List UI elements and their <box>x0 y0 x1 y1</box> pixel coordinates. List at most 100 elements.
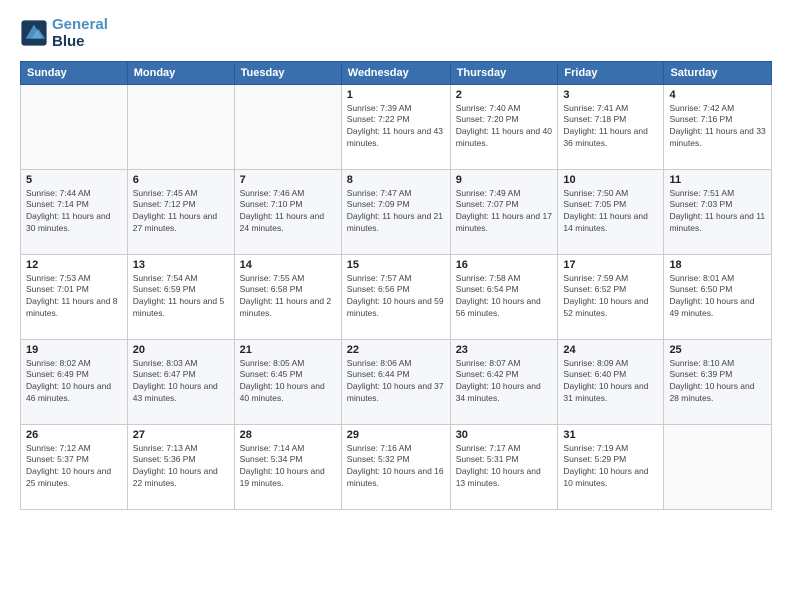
header-thursday: Thursday <box>450 61 558 84</box>
header-saturday: Saturday <box>664 61 772 84</box>
header: General Blue <box>20 16 772 51</box>
day-number: 6 <box>133 174 229 186</box>
day-number: 31 <box>563 429 658 441</box>
calendar-cell: 7Sunrise: 7:46 AM Sunset: 7:10 PM Daylig… <box>234 169 341 254</box>
day-number: 18 <box>669 259 766 271</box>
day-number: 12 <box>26 259 122 271</box>
day-number: 5 <box>26 174 122 186</box>
calendar-cell: 22 Sunrise: 8:06 AM Sunset: 6:44 PM Dayli… <box>341 339 450 424</box>
calendar-week-4: 26 Sunrise: 7:12 AM Sunset: 5:37 PM Dayli… <box>21 424 772 509</box>
calendar-cell: 14 Sunrise: 7:55 AM Sunset: 6:58 PM Dayli… <box>234 254 341 339</box>
calendar-cell <box>234 84 341 169</box>
day-info: Sunrise: 7:13 AM Sunset: 5:36 PM Dayligh… <box>133 443 229 491</box>
day-info: Sunrise: 7:59 AM Sunset: 6:52 PM Dayligh… <box>563 273 658 321</box>
calendar-week-1: 5 Sunrise: 7:44 AM Sunset: 7:14 PM Daylig… <box>21 169 772 254</box>
day-info: Sunrise: 7:42 AM Sunset: 7:16 PM Dayligh… <box>669 103 766 151</box>
day-number: 26 <box>26 429 122 441</box>
calendar-cell: 10Sunrise: 7:50 AM Sunset: 7:05 PM Dayli… <box>558 169 664 254</box>
calendar-cell: 1 Sunrise: 7:39 AM Sunset: 7:22 PM Daylig… <box>341 84 450 169</box>
calendar-cell: 24 Sunrise: 8:09 AM Sunset: 6:40 PM Dayli… <box>558 339 664 424</box>
day-number: 25 <box>669 344 766 356</box>
header-friday: Friday <box>558 61 664 84</box>
calendar-cell: 19Sunrise: 8:02 AM Sunset: 6:49 PM Dayli… <box>21 339 128 424</box>
calendar-cell: 25 Sunrise: 8:10 AM Sunset: 6:39 PM Dayli… <box>664 339 772 424</box>
day-number: 29 <box>347 429 445 441</box>
day-info: Sunrise: 7:54 AM Sunset: 6:59 PM Dayligh… <box>133 273 229 321</box>
day-info: Sunrise: 7:40 AM Sunset: 7:20 PM Dayligh… <box>456 103 553 151</box>
day-number: 17 <box>563 259 658 271</box>
calendar-cell: 26 Sunrise: 7:12 AM Sunset: 5:37 PM Dayli… <box>21 424 128 509</box>
day-number: 8 <box>347 174 445 186</box>
day-number: 3 <box>563 89 658 101</box>
day-number: 19 <box>26 344 122 356</box>
day-info: Sunrise: 7:16 AM Sunset: 5:32 PM Dayligh… <box>347 443 445 491</box>
calendar-cell <box>127 84 234 169</box>
calendar-week-3: 19Sunrise: 8:02 AM Sunset: 6:49 PM Dayli… <box>21 339 772 424</box>
calendar-cell: 12 Sunrise: 7:53 AM Sunset: 7:01 PM Dayli… <box>21 254 128 339</box>
day-number: 21 <box>240 344 336 356</box>
day-info: Sunrise: 7:58 AM Sunset: 6:54 PM Dayligh… <box>456 273 553 321</box>
calendar-cell: 17 Sunrise: 7:59 AM Sunset: 6:52 PM Dayli… <box>558 254 664 339</box>
day-info: Sunrise: 7:44 AM Sunset: 7:14 PM Dayligh… <box>26 188 122 236</box>
calendar-cell: 27Sunrise: 7:13 AM Sunset: 5:36 PM Dayli… <box>127 424 234 509</box>
calendar-cell: 20 Sunrise: 8:03 AM Sunset: 6:47 PM Dayli… <box>127 339 234 424</box>
day-info: Sunrise: 7:39 AM Sunset: 7:22 PM Dayligh… <box>347 103 445 151</box>
calendar-cell: 3 Sunrise: 7:41 AM Sunset: 7:18 PM Daylig… <box>558 84 664 169</box>
calendar-cell: 28Sunrise: 7:14 AM Sunset: 5:34 PM Dayli… <box>234 424 341 509</box>
calendar-page: General Blue SundayMondayTuesdayWednesda… <box>0 0 792 612</box>
day-number: 23 <box>456 344 553 356</box>
header-tuesday: Tuesday <box>234 61 341 84</box>
day-info: Sunrise: 8:01 AM Sunset: 6:50 PM Dayligh… <box>669 273 766 321</box>
calendar-cell: 16 Sunrise: 7:58 AM Sunset: 6:54 PM Dayli… <box>450 254 558 339</box>
calendar-cell: 15 Sunrise: 7:57 AM Sunset: 6:56 PM Dayli… <box>341 254 450 339</box>
day-info: Sunrise: 7:53 AM Sunset: 7:01 PM Dayligh… <box>26 273 122 321</box>
day-number: 22 <box>347 344 445 356</box>
day-info: Sunrise: 8:07 AM Sunset: 6:42 PM Dayligh… <box>456 358 553 406</box>
calendar-week-2: 12 Sunrise: 7:53 AM Sunset: 7:01 PM Dayli… <box>21 254 772 339</box>
day-info: Sunrise: 7:41 AM Sunset: 7:18 PM Dayligh… <box>563 103 658 151</box>
calendar-cell: 13 Sunrise: 7:54 AM Sunset: 6:59 PM Dayli… <box>127 254 234 339</box>
day-info: Sunrise: 8:05 AM Sunset: 6:45 PM Dayligh… <box>240 358 336 406</box>
day-info: Sunrise: 8:10 AM Sunset: 6:39 PM Dayligh… <box>669 358 766 406</box>
calendar-week-0: 1 Sunrise: 7:39 AM Sunset: 7:22 PM Daylig… <box>21 84 772 169</box>
day-number: 1 <box>347 89 445 101</box>
day-number: 30 <box>456 429 553 441</box>
day-info: Sunrise: 7:19 AM Sunset: 5:29 PM Dayligh… <box>563 443 658 491</box>
calendar-cell: 29 Sunrise: 7:16 AM Sunset: 5:32 PM Dayli… <box>341 424 450 509</box>
day-number: 13 <box>133 259 229 271</box>
day-info: Sunrise: 8:03 AM Sunset: 6:47 PM Dayligh… <box>133 358 229 406</box>
calendar-cell: 11Sunrise: 7:51 AM Sunset: 7:03 PM Dayli… <box>664 169 772 254</box>
day-number: 15 <box>347 259 445 271</box>
calendar-cell: 18 Sunrise: 8:01 AM Sunset: 6:50 PM Dayli… <box>664 254 772 339</box>
day-info: Sunrise: 8:09 AM Sunset: 6:40 PM Dayligh… <box>563 358 658 406</box>
day-number: 14 <box>240 259 336 271</box>
calendar-cell: 23 Sunrise: 8:07 AM Sunset: 6:42 PM Dayli… <box>450 339 558 424</box>
day-info: Sunrise: 7:46 AM Sunset: 7:10 PM Dayligh… <box>240 188 336 236</box>
day-number: 28 <box>240 429 336 441</box>
day-number: 9 <box>456 174 553 186</box>
calendar-cell <box>664 424 772 509</box>
day-number: 24 <box>563 344 658 356</box>
calendar-cell: 30 Sunrise: 7:17 AM Sunset: 5:31 PM Dayli… <box>450 424 558 509</box>
day-info: Sunrise: 7:55 AM Sunset: 6:58 PM Dayligh… <box>240 273 336 321</box>
day-number: 2 <box>456 89 553 101</box>
day-info: Sunrise: 7:51 AM Sunset: 7:03 PM Dayligh… <box>669 188 766 236</box>
header-monday: Monday <box>127 61 234 84</box>
logo-icon <box>20 19 48 47</box>
header-wednesday: Wednesday <box>341 61 450 84</box>
calendar-table: SundayMondayTuesdayWednesdayThursdayFrid… <box>20 61 772 510</box>
day-info: Sunrise: 7:49 AM Sunset: 7:07 PM Dayligh… <box>456 188 553 236</box>
calendar-cell: 6 Sunrise: 7:45 AM Sunset: 7:12 PM Daylig… <box>127 169 234 254</box>
day-info: Sunrise: 7:47 AM Sunset: 7:09 PM Dayligh… <box>347 188 445 236</box>
day-info: Sunrise: 7:12 AM Sunset: 5:37 PM Dayligh… <box>26 443 122 491</box>
logo-line2: Blue <box>52 33 108 50</box>
day-info: Sunrise: 7:17 AM Sunset: 5:31 PM Dayligh… <box>456 443 553 491</box>
day-info: Sunrise: 7:57 AM Sunset: 6:56 PM Dayligh… <box>347 273 445 321</box>
calendar-cell: 8 Sunrise: 7:47 AM Sunset: 7:09 PM Daylig… <box>341 169 450 254</box>
day-number: 16 <box>456 259 553 271</box>
logo: General Blue <box>20 16 108 51</box>
day-info: Sunrise: 8:06 AM Sunset: 6:44 PM Dayligh… <box>347 358 445 406</box>
day-info: Sunrise: 7:45 AM Sunset: 7:12 PM Dayligh… <box>133 188 229 236</box>
day-number: 20 <box>133 344 229 356</box>
calendar-cell <box>21 84 128 169</box>
